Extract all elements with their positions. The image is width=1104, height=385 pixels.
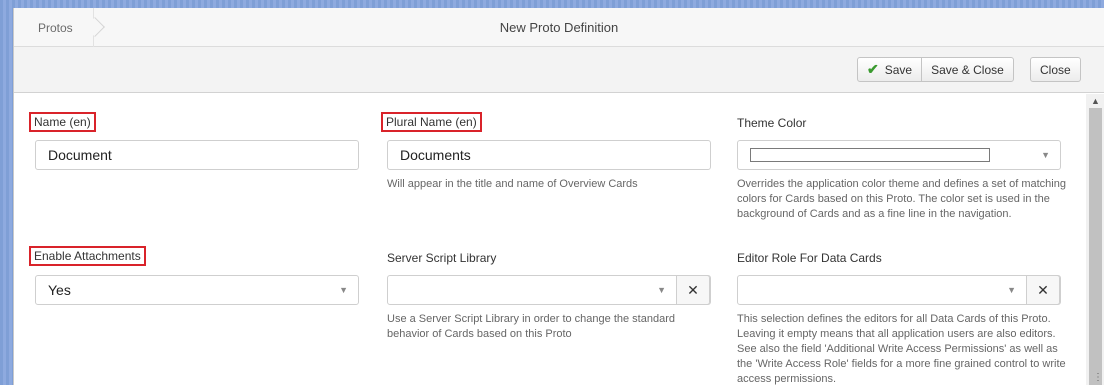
name-label: Name (en)	[29, 112, 96, 132]
close-button-group: Close	[1030, 57, 1081, 82]
resize-grip-icon[interactable]: ⋮	[1093, 372, 1103, 383]
name-value: Document	[48, 147, 112, 163]
times-icon[interactable]: ✕	[1026, 275, 1060, 305]
plural-name-input[interactable]: Documents	[387, 140, 711, 170]
enable-attachments-label: Enable Attachments	[29, 246, 146, 266]
save-button-label: Save	[884, 62, 913, 77]
check-icon: ✔	[867, 61, 879, 77]
enable-attachments-select[interactable]: Yes ▼	[35, 275, 359, 305]
breadcrumb-protos[interactable]: Protos	[14, 8, 94, 47]
title-bar: Protos New Proto Definition	[14, 8, 1104, 47]
toolbar: ✔ Save Save & Close Close	[14, 47, 1104, 93]
editor-role-help: This selection defines the editors for a…	[737, 313, 1066, 385]
server-script-library-select[interactable]: ▼ ✕	[387, 275, 711, 305]
close-button-label: Close	[1040, 62, 1071, 77]
vertical-scrollbar[interactable]: ▲	[1086, 94, 1104, 385]
caret-up-icon[interactable]: ▲	[1086, 94, 1104, 108]
times-icon[interactable]: ✕	[676, 275, 710, 305]
theme-color-swatch	[750, 148, 990, 162]
server-script-library-help: Use a Server Script Library in order to …	[387, 313, 675, 340]
caret-down-icon: ▼	[1041, 150, 1050, 160]
save-close-button[interactable]: Save & Close	[921, 58, 1013, 81]
window-title: New Proto Definition	[499, 20, 619, 35]
close-button[interactable]: Close	[1031, 58, 1080, 81]
save-button[interactable]: ✔ Save	[858, 58, 921, 81]
save-close-button-label: Save & Close	[931, 62, 1004, 77]
editor-role-select[interactable]: ▼ ✕	[737, 275, 1061, 305]
breadcrumb-label: Protos	[38, 20, 73, 35]
scrollbar-thumb[interactable]	[1089, 108, 1102, 385]
caret-down-icon: ▼	[657, 285, 666, 295]
caret-down-icon: ▼	[339, 285, 348, 295]
plural-name-value: Documents	[400, 147, 471, 163]
theme-color-label: Theme Color	[737, 116, 807, 130]
server-script-library-label: Server Script Library	[387, 251, 497, 265]
plural-name-help: Will appear in the title and name of Ove…	[387, 178, 638, 190]
plural-name-label: Plural Name (en)	[381, 112, 482, 132]
caret-down-icon: ▼	[1007, 285, 1016, 295]
save-button-group: ✔ Save Save & Close	[857, 57, 1014, 82]
editor-role-label: Editor Role For Data Cards	[737, 251, 882, 265]
form-content: Name (en) Document Plural Name (en) Docu…	[14, 94, 1086, 385]
editor-window: Protos New Proto Definition ✔ Save Save …	[13, 8, 1104, 385]
theme-color-help: Overrides the application color theme an…	[737, 178, 1066, 220]
enable-attachments-value: Yes	[48, 282, 71, 298]
name-input[interactable]: Document	[35, 140, 359, 170]
theme-color-select[interactable]: ▼	[737, 140, 1061, 170]
